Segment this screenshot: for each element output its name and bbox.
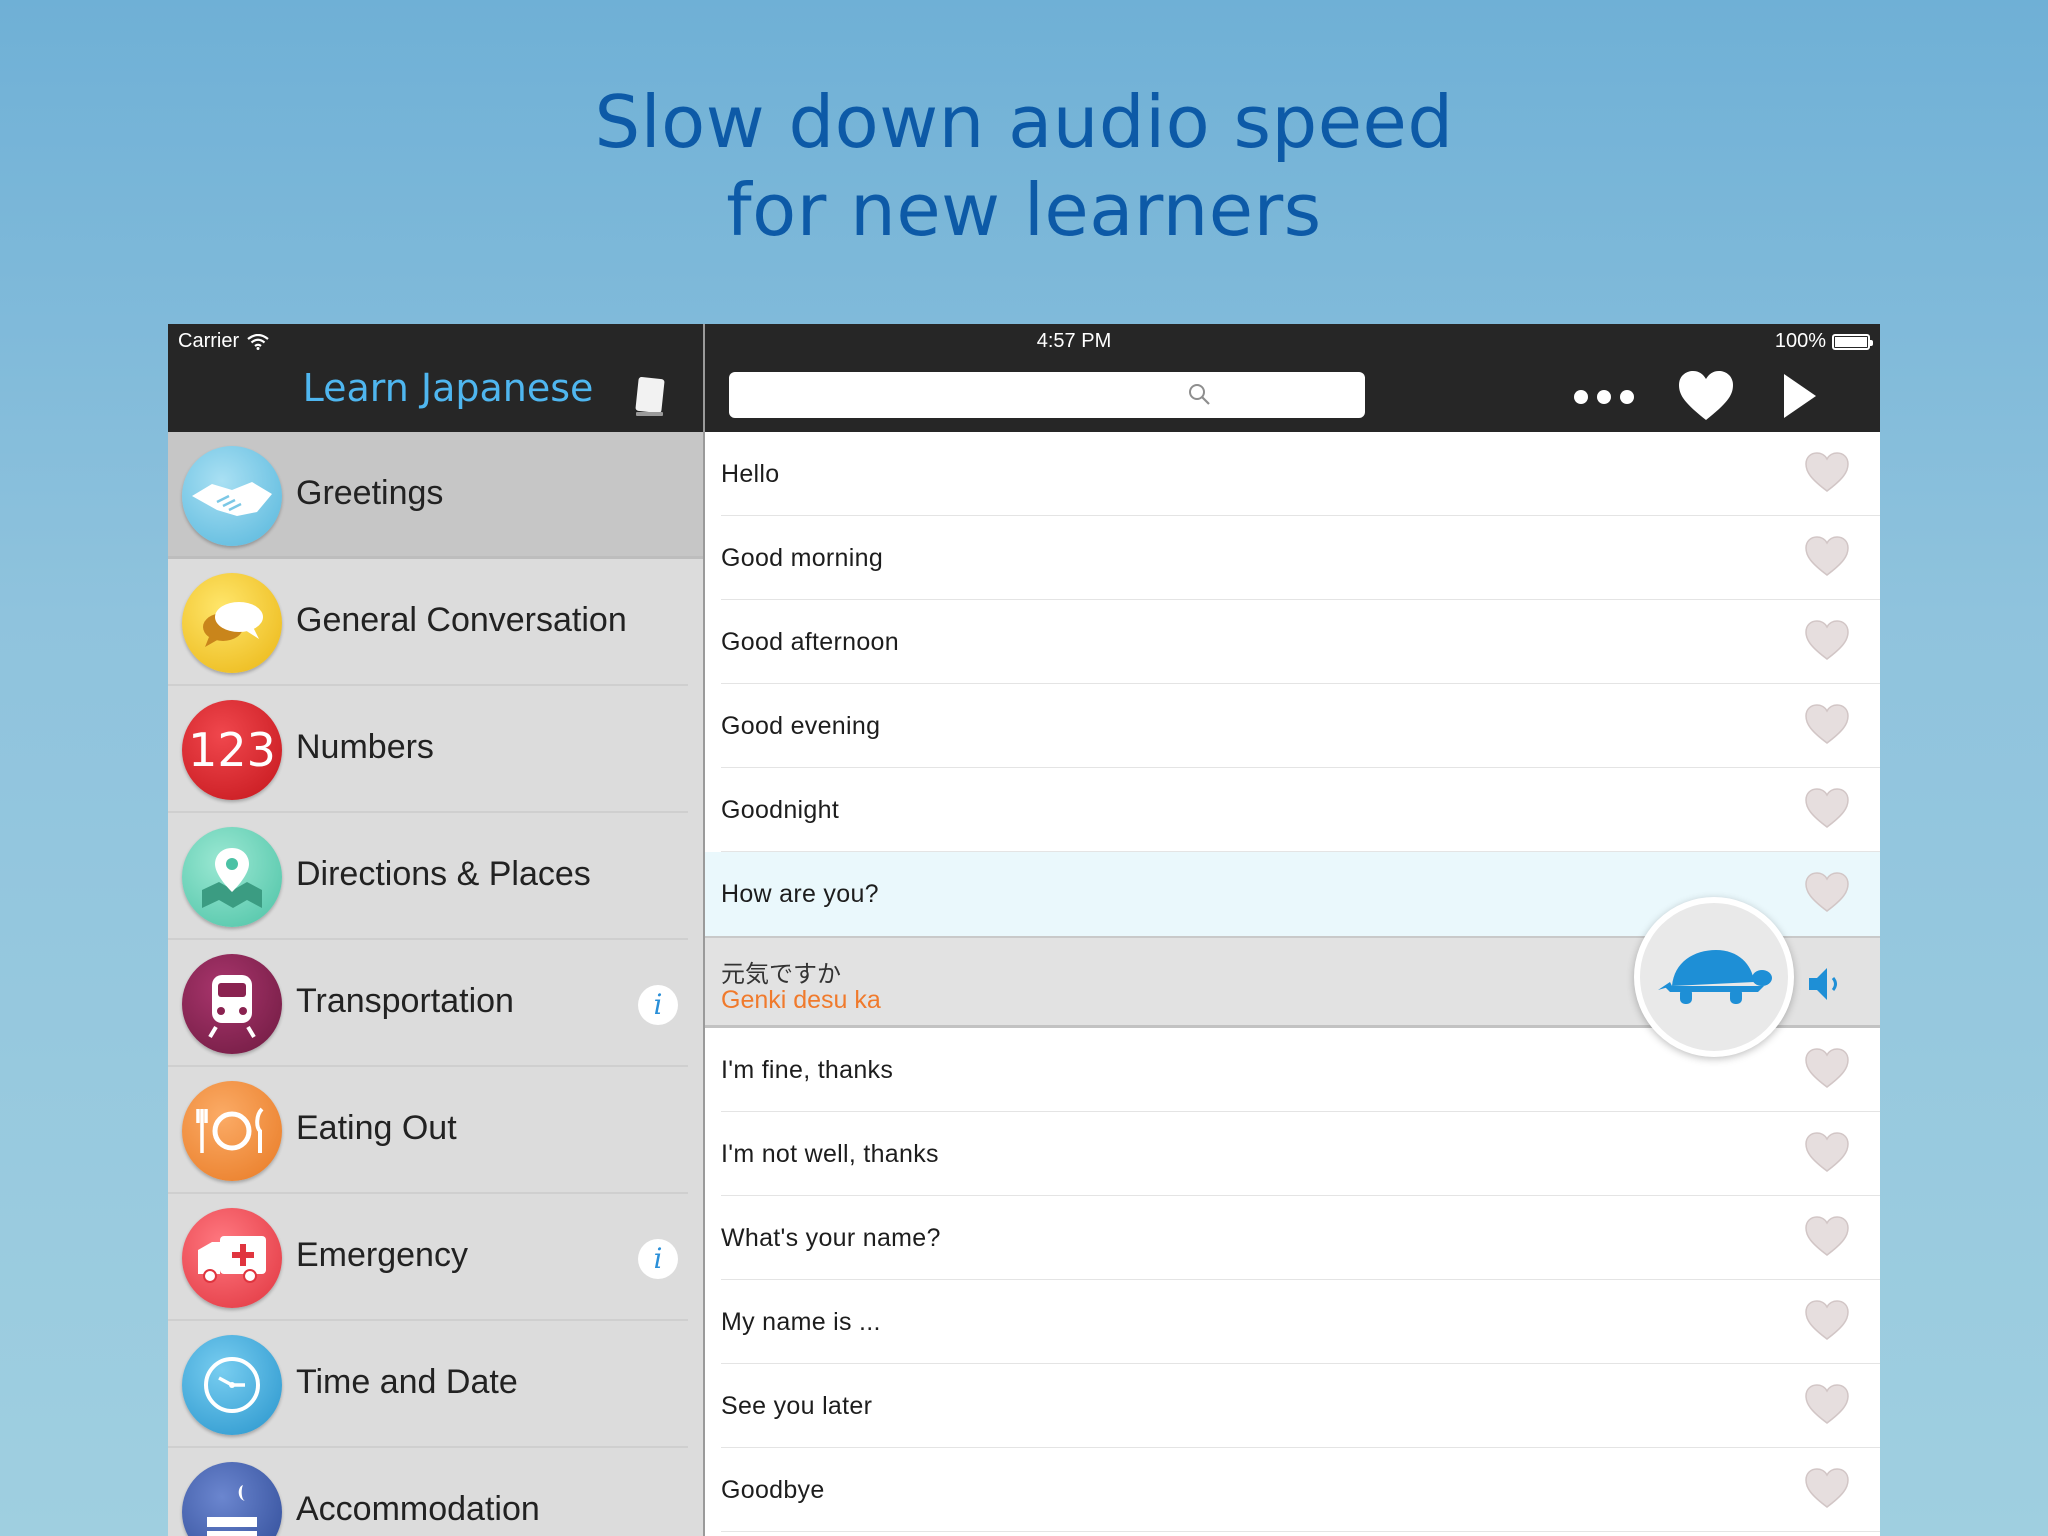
phrase-text: I'm fine, thanks: [721, 1056, 894, 1084]
app-title: Learn Japanese: [302, 366, 594, 410]
phrase-text: Goodnight: [721, 796, 840, 824]
phrase-text: Good evening: [721, 712, 881, 740]
category-label: General Conversation: [296, 601, 627, 639]
turtle-icon: [1658, 950, 1772, 1004]
phrase-text: See you later: [721, 1392, 873, 1420]
heart-icon[interactable]: [1803, 1214, 1851, 1258]
favorites-heart-icon[interactable]: [1676, 368, 1736, 424]
phrase-row[interactable]: I'm not well, thanks: [705, 1112, 1880, 1196]
plate-cutlery-icon: [182, 1081, 282, 1181]
romaji-text: Genki desu ka: [721, 986, 881, 1014]
phrase-row[interactable]: Goodbye: [705, 1448, 1880, 1532]
phrase-row[interactable]: What's your name?: [705, 1196, 1880, 1280]
phrase-text: Hello: [721, 460, 780, 488]
search-input[interactable]: [729, 372, 1365, 418]
info-icon[interactable]: i: [638, 985, 678, 1025]
heart-icon[interactable]: [1803, 1130, 1851, 1174]
heart-icon[interactable]: [1803, 618, 1851, 662]
japanese-text: 元気ですか: [721, 960, 841, 988]
phrase-text: I'm not well, thanks: [721, 1140, 939, 1168]
headline-line-1: Slow down audio speed: [594, 80, 1454, 164]
nav-bar: Carrier 4:57 PM 100% Learn Japanese: [168, 324, 1880, 432]
speaker-icon[interactable]: [1805, 962, 1849, 1006]
heart-icon[interactable]: [1803, 786, 1851, 830]
category-label: Directions & Places: [296, 855, 591, 893]
category-label: Numbers: [296, 728, 434, 766]
status-battery: 100%: [1774, 330, 1873, 353]
heart-icon[interactable]: [1803, 1298, 1851, 1342]
category-item-emergency[interactable]: Emergency i: [168, 1194, 703, 1321]
category-item-time-and-date[interactable]: Time and Date: [168, 1321, 703, 1448]
more-icon[interactable]: [1574, 380, 1634, 414]
battery-icon: [1832, 333, 1873, 350]
phrase-row[interactable]: Hello: [705, 432, 1880, 516]
phrase-text: Goodbye: [721, 1476, 825, 1504]
phrase-text: Good afternoon: [721, 628, 899, 656]
ambulance-icon: [182, 1208, 282, 1308]
slow-speed-turtle-button[interactable]: [1634, 897, 1794, 1057]
clock-icon: [182, 1335, 282, 1435]
headline: Slow down audio speed for new learners: [0, 78, 2048, 254]
category-label: Eating Out: [296, 1109, 457, 1147]
category-label: Accommodation: [296, 1490, 540, 1528]
category-item-eating-out[interactable]: Eating Out: [168, 1067, 703, 1194]
phrase-row[interactable]: Good evening: [705, 684, 1880, 768]
phrase-text: Good morning: [721, 544, 884, 572]
map-pin-icon: [182, 827, 282, 927]
phrase-text: What's your name?: [721, 1224, 941, 1252]
category-sidebar: Greetings General Conversation 123 Numbe…: [168, 432, 703, 1536]
info-icon[interactable]: i: [638, 1239, 678, 1279]
category-label: Transportation: [296, 982, 514, 1020]
speech-bubbles-icon: [182, 573, 282, 673]
battery-percent: 100%: [1774, 330, 1826, 352]
phrase-row[interactable]: Goodnight: [705, 768, 1880, 852]
category-item-numbers[interactable]: 123 Numbers: [168, 686, 703, 813]
status-time: 4:57 PM: [1036, 330, 1112, 352]
category-item-accommodation[interactable]: Accommodation: [168, 1448, 703, 1536]
heart-icon[interactable]: [1803, 1046, 1851, 1090]
app-window: Carrier 4:57 PM 100% Learn Japanese Gree…: [168, 324, 1880, 1536]
category-item-transportation[interactable]: Transportation i: [168, 940, 703, 1067]
phrase-row[interactable]: Good morning: [705, 516, 1880, 600]
heart-icon[interactable]: [1803, 450, 1851, 494]
phrase-text: My name is ...: [721, 1308, 881, 1336]
numbers-icon: 123: [182, 700, 282, 800]
category-item-general-conversation[interactable]: General Conversation: [168, 559, 703, 686]
category-label: Emergency: [296, 1236, 468, 1274]
handshake-icon: [182, 446, 282, 546]
bed-icon: [182, 1462, 282, 1536]
phrase-row[interactable]: My name is ...: [705, 1280, 1880, 1364]
status-carrier: Carrier: [178, 330, 269, 353]
heart-icon[interactable]: [1803, 534, 1851, 578]
phrase-row[interactable]: Good afternoon: [705, 600, 1880, 684]
book-icon[interactable]: [633, 376, 667, 418]
carrier-label: Carrier: [178, 330, 240, 352]
heart-icon[interactable]: [1803, 1466, 1851, 1510]
train-icon: [182, 954, 282, 1054]
category-label: Time and Date: [296, 1363, 518, 1401]
phrase-row[interactable]: See you later: [705, 1364, 1880, 1448]
heart-icon[interactable]: [1803, 702, 1851, 746]
wifi-icon: [247, 333, 269, 350]
play-icon[interactable]: [1780, 370, 1820, 422]
phrase-text: How are you?: [721, 880, 879, 908]
category-item-directions-places[interactable]: Directions & Places: [168, 813, 703, 940]
heart-icon[interactable]: [1803, 870, 1851, 914]
category-item-greetings[interactable]: Greetings: [168, 432, 703, 559]
heart-icon[interactable]: [1803, 1382, 1851, 1426]
headline-line-2: for new learners: [726, 168, 1322, 252]
category-label: Greetings: [296, 474, 444, 512]
